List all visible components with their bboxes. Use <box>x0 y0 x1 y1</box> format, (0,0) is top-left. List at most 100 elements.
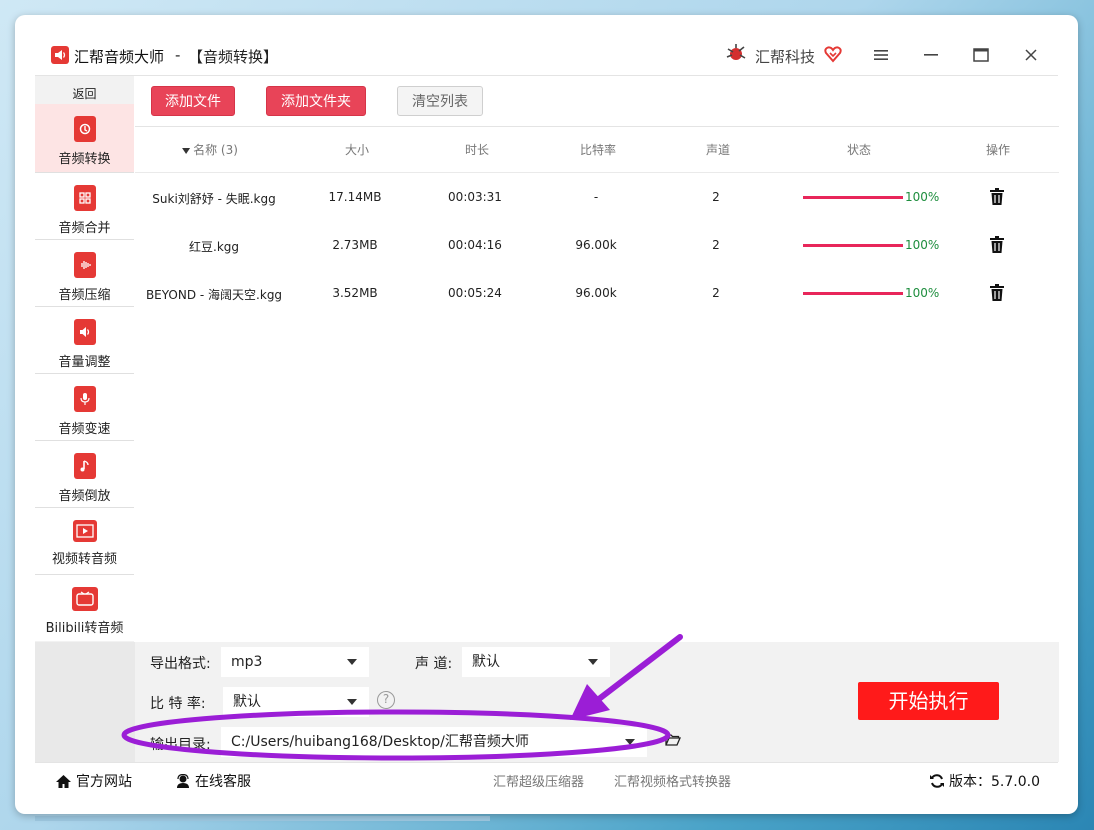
sidebar-footer-fill <box>35 642 135 762</box>
brand-logo-icon <box>726 44 746 60</box>
official-website-link[interactable]: 官方网站 <box>55 771 132 791</box>
footer-divider <box>35 762 1058 763</box>
header-divider <box>135 172 1059 173</box>
column-header-name[interactable]: 名称 (3) <box>182 141 238 158</box>
sidebar-item-audio-speed[interactable]: 音频变速 <box>35 374 134 440</box>
channel-select[interactable]: 默认 <box>462 647 610 677</box>
format-select[interactable]: mp3 <box>221 647 369 677</box>
sidebar-item-label: 音频倒放 <box>58 489 111 504</box>
sidebar-item-volume[interactable]: 音量调整 <box>35 307 134 373</box>
sidebar-item-label: Bilibili转音频 <box>45 621 124 636</box>
channel-select-value: 默认 <box>472 654 500 670</box>
audio-convert-icon <box>73 116 96 142</box>
sidebar-item-audio-merge[interactable]: 音频合并 <box>35 173 134 239</box>
sidebar-item-label: 音量调整 <box>58 355 111 370</box>
column-header-size: 大小 <box>344 143 370 157</box>
output-dir-value: C:/Users/huibang168/Desktop/汇帮音频大师 <box>231 734 529 750</box>
column-header-actions: 操作 <box>985 143 1011 157</box>
cell-name: BEYOND - 海阔天空.kgg <box>145 288 283 302</box>
heart-icon[interactable] <box>824 45 842 63</box>
start-button[interactable]: 开始执行 <box>858 682 999 720</box>
video-converter-link[interactable]: 汇帮视频格式转换器 <box>614 771 731 790</box>
title-separator: - <box>175 46 181 64</box>
format-label: 导出格式: <box>150 656 211 672</box>
add-folder-button[interactable]: 添加文件夹 <box>266 86 366 116</box>
menu-icon[interactable] <box>871 45 891 65</box>
audio-compress-icon <box>73 252 96 278</box>
film-icon <box>72 520 97 542</box>
support-agent-icon <box>177 773 189 788</box>
chevron-down-icon <box>625 739 635 745</box>
volume-icon <box>73 319 96 345</box>
output-label: 输出目录: <box>150 737 211 753</box>
bitrate-label: 比 特 率: <box>150 696 206 712</box>
cell-name: 红豆.kgg <box>189 240 239 254</box>
cell-bitrate: 96.00k <box>575 286 617 300</box>
app-window: 汇帮音频大师 - 【音频转换】 汇帮科技 返回 音频转换 音频合并 音频压缩 音… <box>15 15 1078 814</box>
chevron-down-icon <box>347 699 357 705</box>
tv-icon <box>71 587 98 611</box>
cell-bitrate: 96.00k <box>575 238 617 252</box>
sidebar-item-label: 音频压缩 <box>58 288 111 303</box>
sort-down-icon <box>182 147 191 154</box>
super-compressor-link[interactable]: 汇帮超级压缩器 <box>493 771 584 790</box>
mode-title: 【音频转换】 <box>188 48 279 66</box>
cell-size: 3.52MB <box>332 286 378 300</box>
column-header-status: 状态 <box>846 143 872 157</box>
toolbar-divider <box>135 126 1059 127</box>
app-title: 汇帮音频大师 <box>74 48 165 66</box>
taskbar-strip <box>35 816 490 821</box>
chevron-down-icon <box>588 659 598 665</box>
brand-name: 汇帮科技 <box>755 48 816 66</box>
progress-percent: 100% <box>905 286 940 300</box>
progress-bar <box>803 196 903 199</box>
sidebar-item-audio-compress[interactable]: 音频压缩 <box>35 240 134 306</box>
sidebar-item-label: 音频转换 <box>58 152 111 167</box>
sidebar-item-audio-convert[interactable]: 音频转换 <box>35 104 134 172</box>
progress-bar <box>803 244 903 247</box>
clear-list-button[interactable]: 清空列表 <box>397 86 483 116</box>
bitrate-select-value: 默认 <box>233 694 261 710</box>
maximize-icon[interactable] <box>971 45 991 65</box>
online-support-link[interactable]: 在线客服 <box>175 771 251 791</box>
cell-name: Suki刘舒妤 - 失眠.kgg <box>152 192 276 206</box>
home-icon <box>56 774 71 788</box>
sidebar-item-bilibili[interactable]: Bilibili转音频 <box>35 575 134 641</box>
music-note-icon <box>73 453 96 479</box>
close-icon[interactable] <box>1021 45 1041 65</box>
folder-open-icon[interactable] <box>665 733 681 747</box>
sidebar-item-audio-reverse[interactable]: 音频倒放 <box>35 441 134 507</box>
help-icon[interactable]: ? <box>377 691 395 709</box>
trash-icon[interactable] <box>989 236 1005 254</box>
trash-icon[interactable] <box>989 188 1005 206</box>
add-file-button[interactable]: 添加文件 <box>151 86 235 116</box>
app-speaker-icon <box>51 46 69 64</box>
cell-channels: 2 <box>712 190 720 204</box>
cell-duration: 00:04:16 <box>448 238 502 252</box>
cell-size: 17.14MB <box>328 190 382 204</box>
cell-channels: 2 <box>712 286 720 300</box>
progress-percent: 100% <box>905 238 940 252</box>
audio-merge-icon <box>73 185 96 211</box>
cell-duration: 00:03:31 <box>448 190 502 204</box>
title-divider <box>35 75 1058 76</box>
cell-duration: 00:05:24 <box>448 286 502 300</box>
column-header-channels: 声道 <box>705 143 731 157</box>
sidebar-item-video-to-audio[interactable]: 视频转音频 <box>35 508 134 574</box>
microphone-icon <box>73 386 96 412</box>
cell-bitrate: - <box>593 190 599 204</box>
progress-bar <box>803 292 903 295</box>
channel-label: 声 道: <box>415 656 453 672</box>
output-dir-select[interactable]: C:/Users/huibang168/Desktop/汇帮音频大师 <box>221 727 647 757</box>
version-info[interactable]: 版本：5.7.0.0 <box>929 771 1040 791</box>
trash-icon[interactable] <box>989 284 1005 302</box>
column-header-duration: 时长 <box>464 143 490 157</box>
minimize-icon[interactable] <box>921 45 941 65</box>
sidebar-item-label: 音频变速 <box>58 422 111 437</box>
column-header-bitrate: 比特率 <box>579 143 617 157</box>
cell-size: 2.73MB <box>332 238 378 252</box>
progress-percent: 100% <box>905 190 940 204</box>
bitrate-select[interactable]: 默认 <box>223 687 369 717</box>
sidebar-item-label: 音频合并 <box>58 221 111 236</box>
back-button[interactable]: 返回 <box>35 82 134 106</box>
